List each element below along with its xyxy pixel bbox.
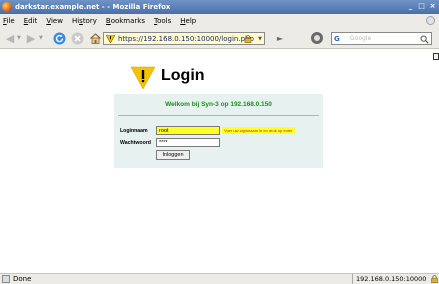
- menu-history[interactable]: History: [72, 17, 97, 25]
- menu-label: iew: [50, 16, 63, 25]
- menu-label: dit: [28, 16, 38, 25]
- username-label: Loginnaam: [120, 128, 148, 134]
- password-input[interactable]: ****: [156, 138, 220, 147]
- search-bar[interactable]: G Google: [331, 32, 432, 45]
- navigation-toolbar: ◀ ▼ ▶ ▼ https://192.168.0.150:10000/logi…: [0, 27, 439, 49]
- firefox-icon: [2, 2, 12, 12]
- window-controls: _ □ ×: [406, 2, 437, 11]
- home-icon: [89, 32, 101, 44]
- login-button[interactable]: Inloggen: [156, 150, 190, 160]
- search-engine-icon[interactable]: G: [334, 35, 340, 43]
- minimize-button[interactable]: _: [406, 2, 415, 11]
- status-bar: Done 192.168.0.150:10000: [0, 273, 439, 284]
- search-icon[interactable]: [420, 35, 429, 44]
- status-icon: [2, 275, 10, 283]
- login-title: Login: [161, 67, 205, 84]
- password-label: Wachtwoord: [120, 140, 151, 146]
- warning-logo-icon: [130, 66, 156, 90]
- menu-label: ookmarks: [110, 16, 145, 25]
- menu-label: tory: [82, 16, 97, 25]
- status-text: Done: [13, 275, 32, 283]
- menu-edit[interactable]: Edit: [24, 17, 38, 25]
- login-panel: Welkom bij Syn-3 op 192.168.0.150 Loginn…: [114, 94, 323, 168]
- welcome-text: Welkom bij Syn-3 op 192.168.0.150: [165, 101, 272, 108]
- back-history-dropdown[interactable]: ▼: [17, 31, 21, 45]
- stop-icon: [71, 32, 83, 44]
- search-placeholder: Google: [350, 35, 372, 42]
- stop-button[interactable]: [70, 31, 84, 45]
- status-host: 192.168.0.150:10000: [352, 274, 426, 284]
- menu-label: elp: [185, 16, 197, 25]
- throbber-icon: [426, 16, 435, 25]
- menu-bar: File Edit View History Bookmarks Tools H…: [0, 14, 439, 27]
- window-title: darkstar.example.net - - Mozilla Firefox: [15, 3, 171, 11]
- menu-label: ools: [157, 16, 172, 25]
- forward-history-dropdown[interactable]: ▼: [39, 31, 43, 45]
- page-corner-icon: [433, 53, 439, 60]
- url-history-dropdown[interactable]: ▼: [258, 36, 262, 42]
- maximize-button[interactable]: □: [417, 2, 426, 11]
- back-button[interactable]: ◀: [4, 31, 16, 45]
- window-titlebar: darkstar.example.net - - Mozilla Firefox…: [0, 0, 439, 14]
- lock-icon[interactable]: [244, 35, 252, 43]
- plugin-icon: [311, 32, 323, 44]
- divider: [118, 115, 319, 116]
- login-header: Login: [111, 65, 326, 91]
- forward-button[interactable]: ▶: [25, 31, 37, 45]
- username-input[interactable]: root: [156, 126, 220, 135]
- url-text: https://192.168.0.150:10000/login.php: [118, 34, 254, 43]
- menu-help[interactable]: Help: [180, 17, 196, 25]
- reload-button[interactable]: [52, 31, 66, 45]
- reload-icon: [53, 32, 65, 44]
- menu-file[interactable]: File: [3, 17, 15, 25]
- url-bar[interactable]: https://192.168.0.150:10000/login.php ▼: [103, 32, 265, 45]
- plugin-button[interactable]: [309, 31, 325, 45]
- close-button[interactable]: ×: [428, 2, 437, 11]
- go-button[interactable]: ►: [274, 31, 286, 45]
- site-identity-icon: [106, 35, 115, 43]
- menu-bookmarks[interactable]: Bookmarks: [106, 17, 145, 25]
- username-hint: Voer uw loginnaam in en druk op enter: [222, 127, 295, 134]
- menu-label: ile: [6, 16, 15, 25]
- menu-view[interactable]: View: [46, 17, 63, 25]
- menu-tools[interactable]: Tools: [154, 17, 171, 25]
- secure-lock-icon[interactable]: [431, 275, 438, 283]
- home-button[interactable]: [88, 31, 102, 45]
